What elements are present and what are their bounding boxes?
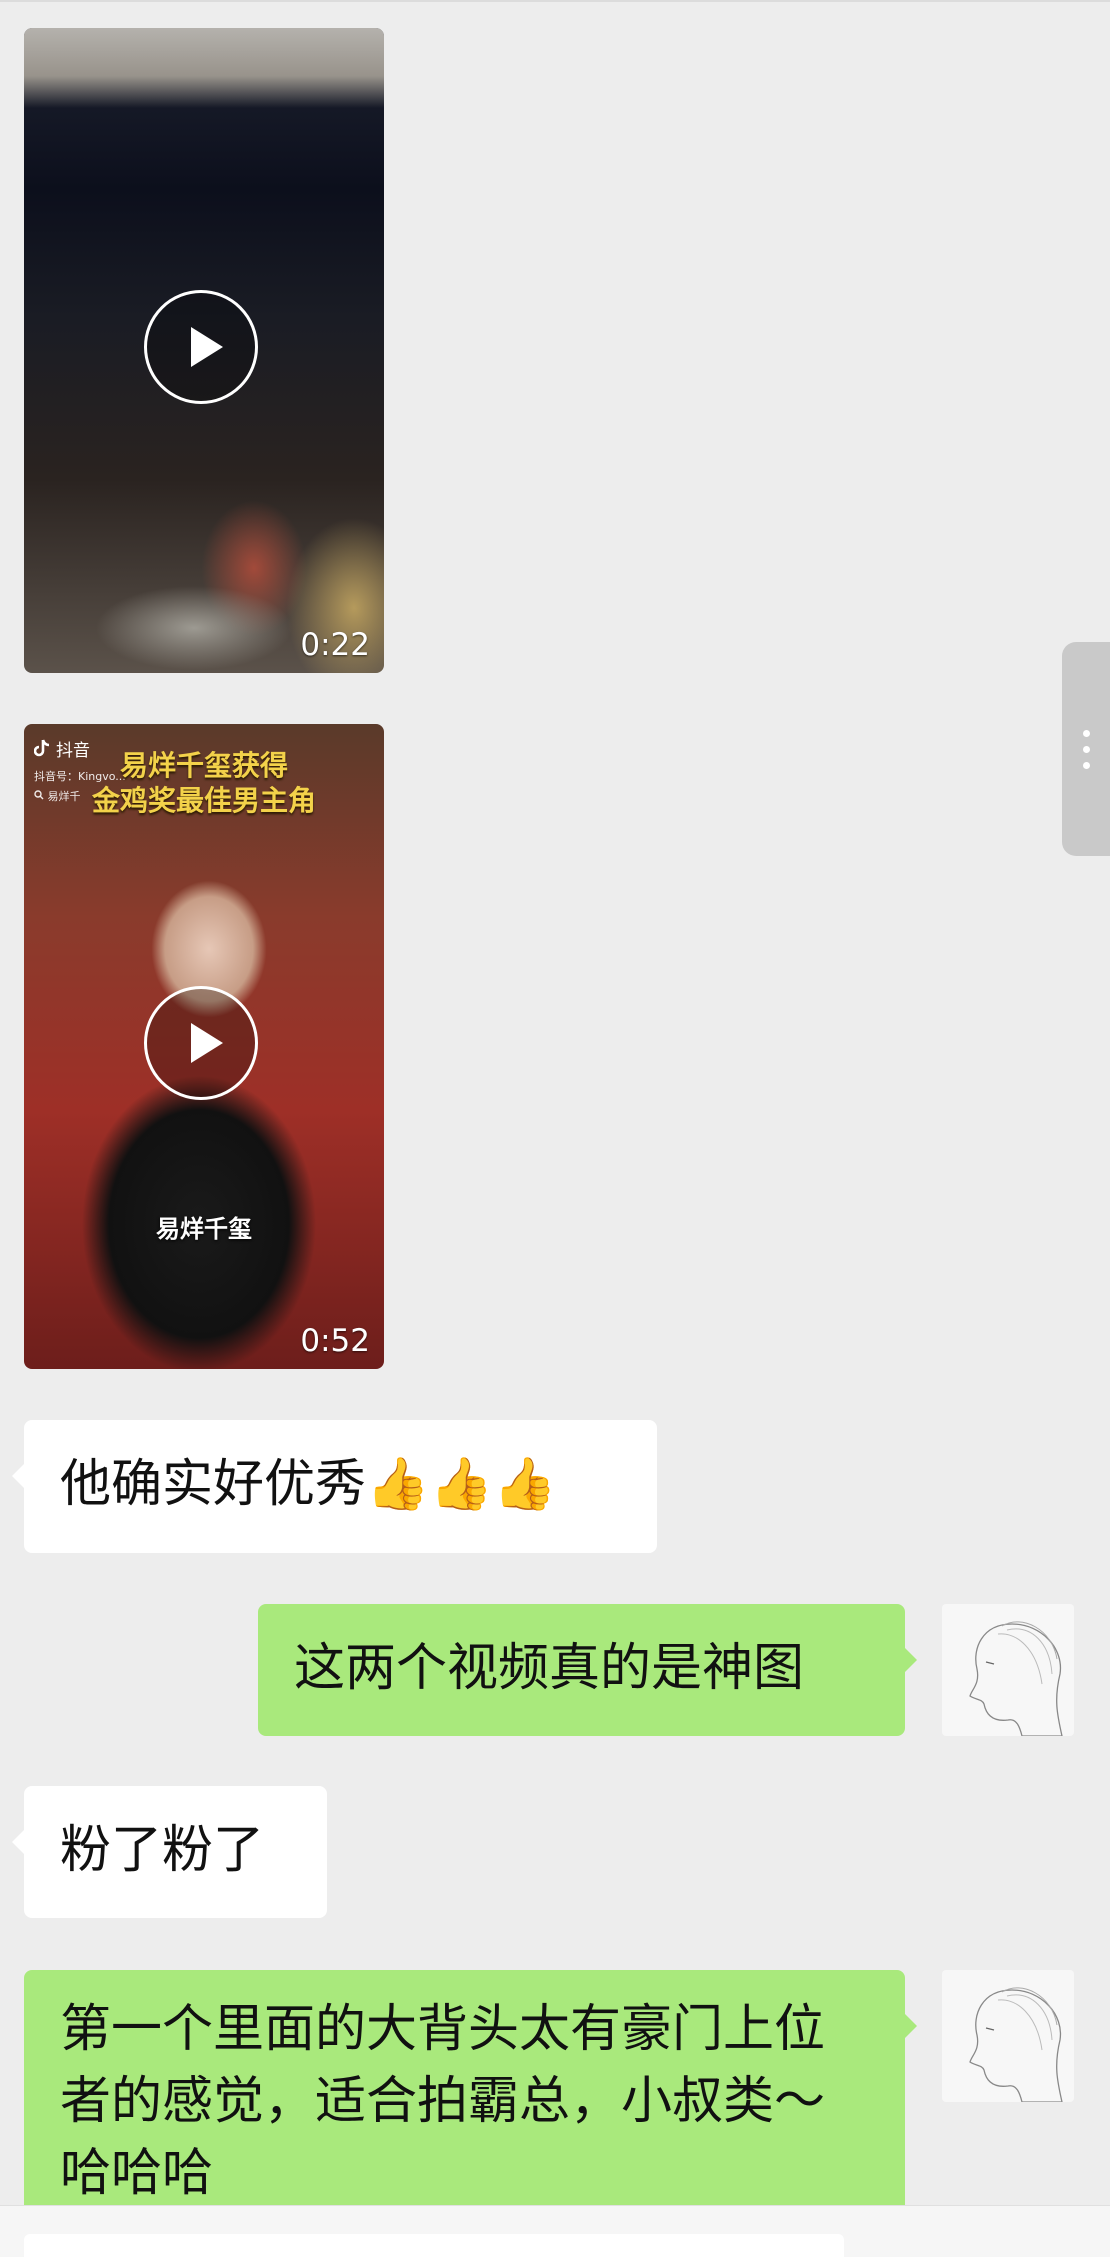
incoming-message-bubble[interactable]: 粉了粉了 [12, 1786, 327, 1918]
video-caption-line-2: 金鸡奖最佳男主角 [91, 784, 316, 817]
top-divider [0, 0, 1110, 2]
more-dots-icon [1083, 730, 1090, 737]
input-bar[interactable] [0, 2205, 1110, 2257]
video-duration: 0:52 [300, 1323, 370, 1359]
message-input[interactable] [24, 2234, 844, 2257]
video-name-overlay: 易烊千玺 [156, 1215, 252, 1243]
user-avatar[interactable] [942, 1970, 1074, 2102]
video-duration: 0:22 [300, 627, 370, 663]
outgoing-message-bubble[interactable]: 第一个里面的大背头太有豪门上位者的感觉，适合拍霸总，小叔类～哈哈哈 [24, 1970, 917, 2230]
side-drawer-handle[interactable] [1062, 642, 1110, 856]
video-message-1[interactable]: 0:22 [24, 28, 384, 673]
incoming-message-bubble[interactable]: 他确实好优秀👍👍👍 [12, 1420, 657, 1553]
outgoing-message-bubble[interactable]: 这两个视频真的是神图 [258, 1604, 917, 1736]
video-caption-line-1: 易烊千玺获得 [119, 749, 288, 782]
video-thumbnail-detail [24, 28, 384, 108]
play-icon[interactable] [144, 986, 258, 1100]
video-message-2[interactable]: 抖音 抖音号：Kingvo... 易烊千 易烊千玺获得 金鸡奖最佳男主角 易烊千… [24, 724, 384, 1369]
user-avatar[interactable] [942, 1604, 1074, 1736]
play-icon[interactable] [144, 290, 258, 404]
